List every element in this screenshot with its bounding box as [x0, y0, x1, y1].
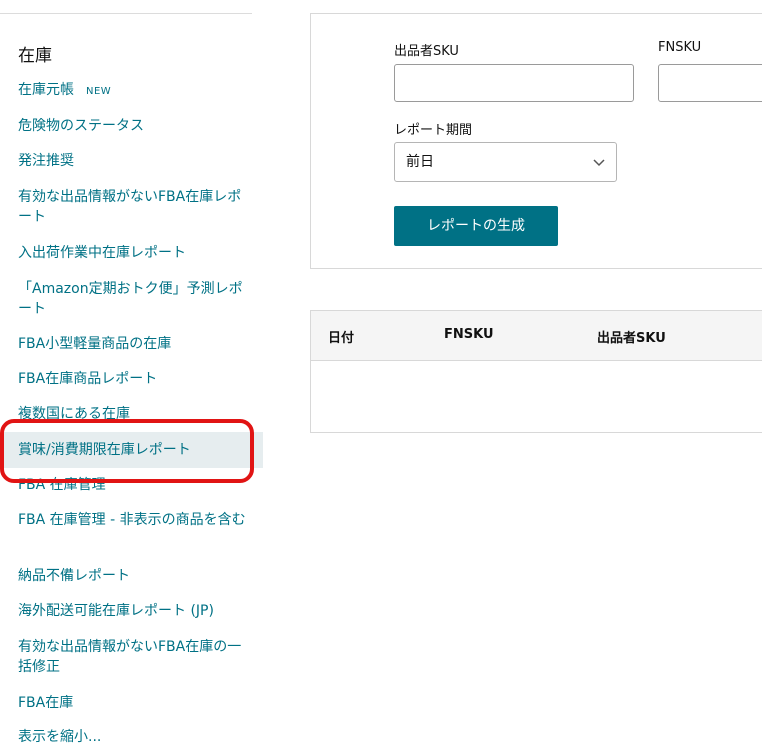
- sidebar-item-fba-manage-inventory[interactable]: FBA 在庫管理: [18, 475, 246, 495]
- sidebar-item-fba-manage-hidden[interactable]: FBA 在庫管理 - 非表示の商品を含む: [18, 510, 246, 530]
- generate-report-button[interactable]: レポートの生成: [394, 206, 558, 246]
- seller-sku-label: 出品者SKU: [394, 44, 459, 59]
- sidebar-item-label: 在庫元帳: [18, 82, 74, 98]
- fnsku-input[interactable]: [658, 64, 762, 102]
- sidebar-heading: 在庫: [18, 46, 52, 66]
- sidebar-item-hazmat-status[interactable]: 危険物のステータス: [18, 116, 246, 136]
- report-period-value: 前日: [406, 154, 434, 170]
- seller-sku-input[interactable]: [394, 64, 634, 102]
- sidebar-item-expiration-report[interactable]: 賞味/消費期限在庫レポート: [3, 432, 263, 468]
- report-table: 日付 FNSKU 出品者SKU: [310, 310, 762, 433]
- sidebar-item-subscribe-save-forecast[interactable]: 「Amazon定期おトク便」予測レポート: [18, 279, 246, 319]
- sidebar-item-small-light[interactable]: FBA小型軽量商品の在庫: [18, 334, 246, 354]
- column-header-date[interactable]: 日付: [328, 327, 354, 346]
- sidebar-item-inbound-problems[interactable]: 納品不備レポート: [18, 566, 246, 586]
- fnsku-label: FNSKU: [658, 40, 702, 55]
- column-header-fnsku[interactable]: FNSKU: [444, 327, 494, 342]
- sidebar-item-global-shipping[interactable]: 海外配送可能在庫レポート (JP): [18, 601, 246, 621]
- report-period-label: レポート期間: [394, 123, 473, 138]
- report-period-select[interactable]: 前日: [394, 142, 617, 182]
- sidebar-divider: [0, 13, 252, 14]
- sidebar-item-inventory-ledger[interactable]: 在庫元帳 NEW: [18, 80, 246, 102]
- sidebar-item-fba-inventory[interactable]: FBA在庫: [18, 693, 246, 713]
- report-form-panel: 出品者SKU FNSKU レポート期間 前日 レポートの生成: [310, 13, 762, 269]
- sidebar-item-restock[interactable]: 発注推奨: [18, 151, 246, 171]
- sidebar-item-stranded-bulk-fix[interactable]: 有効な出品情報がないFBA在庫の一括修正: [18, 637, 246, 677]
- sidebar: 在庫 在庫元帳 NEW 危険物のステータス 発注推奨 有効な出品情報がないFBA在…: [0, 0, 263, 745]
- sidebar-show-less-link[interactable]: 表示を縮小...: [18, 727, 246, 747]
- new-badge: NEW: [86, 86, 112, 97]
- sidebar-item-multi-country[interactable]: 複数国にある在庫: [18, 404, 246, 424]
- table-header: 日付 FNSKU 出品者SKU: [311, 311, 762, 361]
- sidebar-item-inbound-inventory[interactable]: 入出荷作業中在庫レポート: [18, 243, 246, 263]
- sidebar-item-stranded-inventory[interactable]: 有効な出品情報がないFBA在庫レポート: [18, 187, 246, 227]
- sidebar-item-fba-inventory-report[interactable]: FBA在庫商品レポート: [18, 369, 246, 389]
- column-header-seller-sku[interactable]: 出品者SKU: [597, 327, 666, 346]
- chevron-down-icon: [593, 159, 605, 167]
